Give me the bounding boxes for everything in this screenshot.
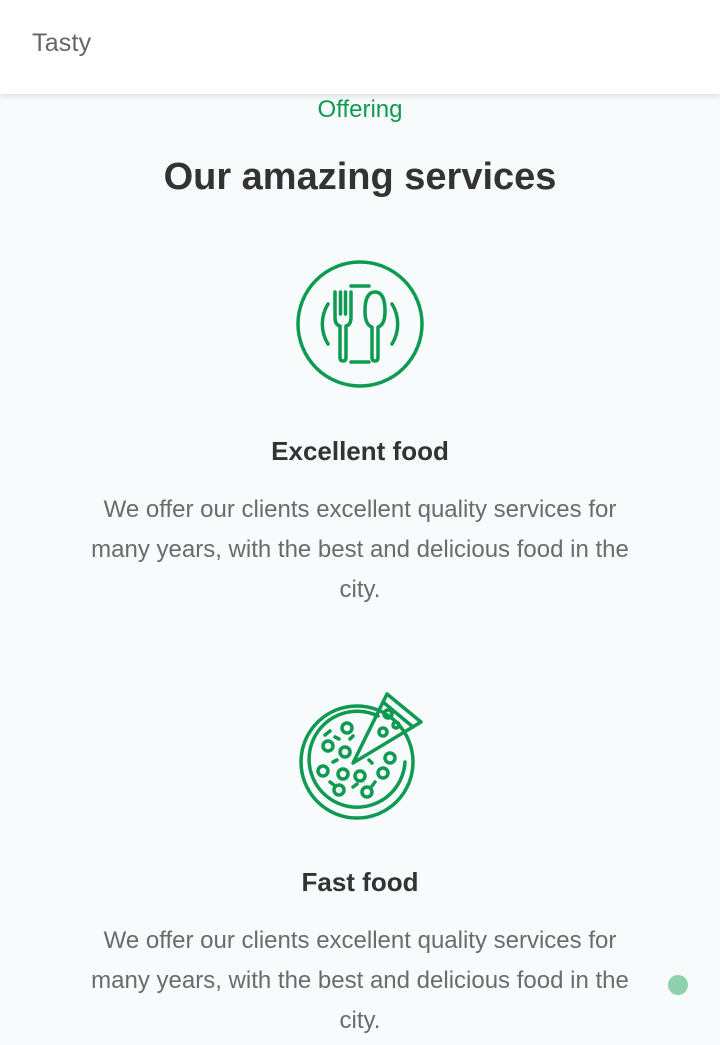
scroll-to-top-button[interactable]: [668, 975, 688, 995]
logo-link[interactable]: Tasty: [32, 29, 91, 58]
section-title: Our amazing services: [163, 156, 557, 198]
service-title: Excellent food: [271, 436, 449, 466]
site-header: Tasty: [0, 0, 720, 94]
service-title: Fast food: [301, 867, 419, 897]
service-description: We offer our clients excellent quality s…: [91, 927, 629, 1034]
cutlery-icon: [296, 260, 424, 388]
service-description: We offer our clients excellent quality s…: [91, 496, 629, 603]
pizza-icon: [299, 692, 423, 820]
section-eyebrow: Offering: [317, 96, 403, 123]
